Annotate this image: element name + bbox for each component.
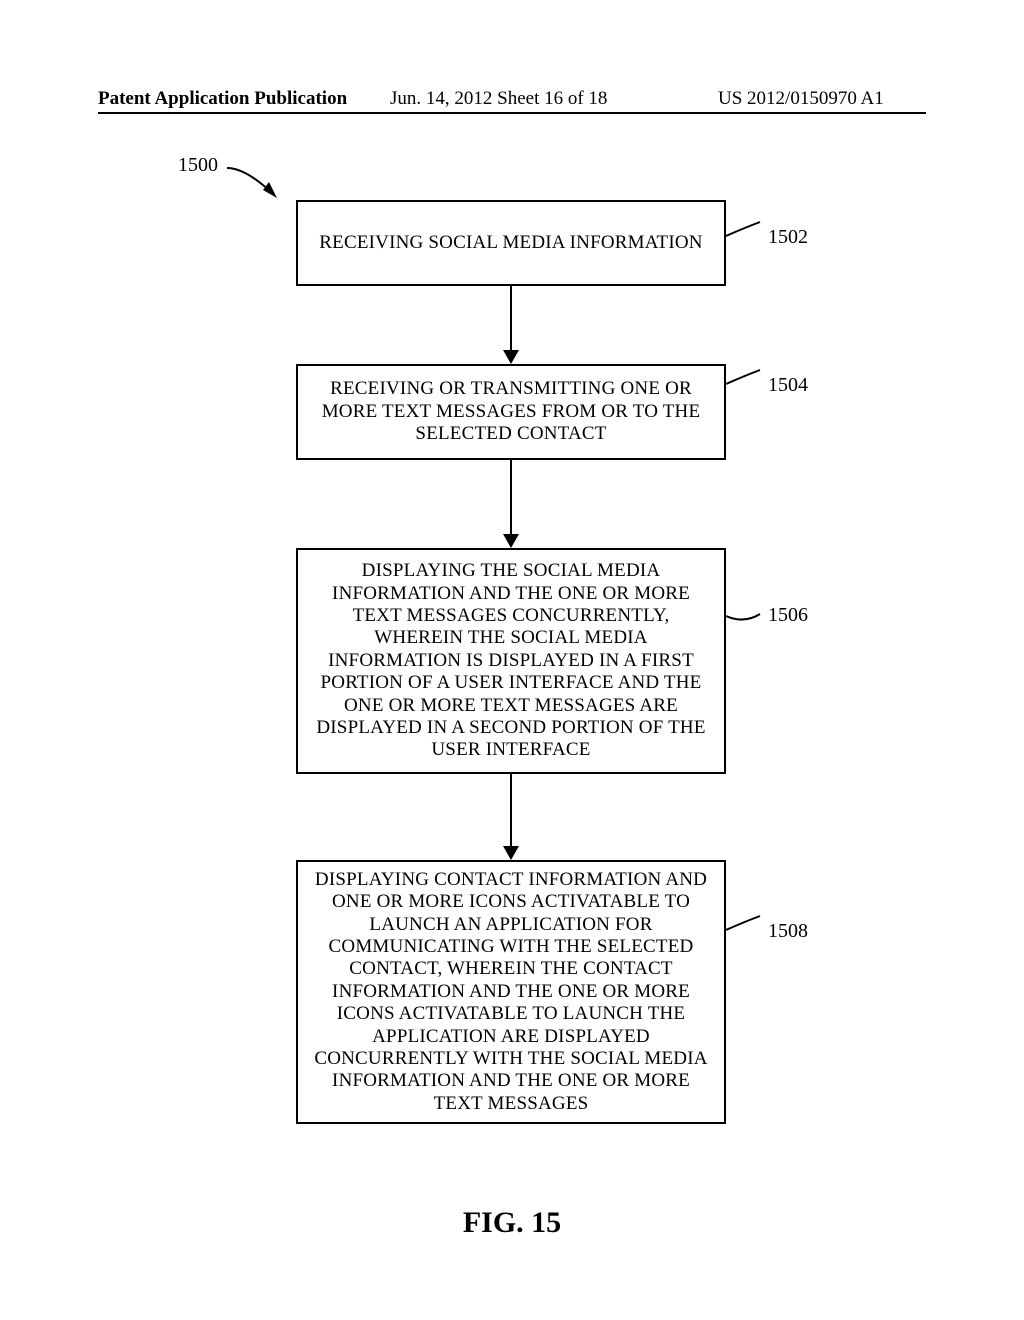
connector-2-3 [510,460,512,534]
figure-caption: FIG. 15 [0,1206,1024,1240]
flow-step-text: RECEIVING OR TRANSMITTING ONE OR MORE TE… [308,378,714,445]
ref-1500-label: 1500 [178,154,218,177]
ref-1500-arrow-icon [225,162,285,202]
ref-1506-label: 1506 [768,604,808,627]
header-right: US 2012/0150970 A1 [718,88,884,110]
flow-step-1502: RECEIVING SOCIAL MEDIA INFORMATION [296,200,726,286]
flow-step-text: DISPLAYING CONTACT INFORMATION AND ONE O… [308,869,714,1115]
arrowhead-icon [503,350,519,364]
arrowhead-icon [503,534,519,548]
flow-step-text: DISPLAYING THE SOCIAL MEDIA INFORMATION … [308,560,714,762]
ref-tick-icon [726,366,762,396]
ref-tick-icon [726,218,762,248]
flow-step-1506: DISPLAYING THE SOCIAL MEDIA INFORMATION … [296,548,726,774]
connector-3-4 [510,774,512,846]
flow-step-1508: DISPLAYING CONTACT INFORMATION AND ONE O… [296,860,726,1124]
ref-tick-icon [726,912,762,942]
flow-step-1504: RECEIVING OR TRANSMITTING ONE OR MORE TE… [296,364,726,460]
flow-step-text: RECEIVING SOCIAL MEDIA INFORMATION [319,232,702,254]
ref-1502-label: 1502 [768,226,808,249]
ref-1508-label: 1508 [768,920,808,943]
header-left: Patent Application Publication [98,88,347,110]
ref-tick-icon [726,602,762,632]
ref-1504-label: 1504 [768,374,808,397]
arrowhead-icon [503,846,519,860]
header-middle: Jun. 14, 2012 Sheet 16 of 18 [390,88,607,110]
header-rule [98,112,926,114]
page: Patent Application Publication Jun. 14, … [0,0,1024,1320]
connector-1-2 [510,286,512,350]
